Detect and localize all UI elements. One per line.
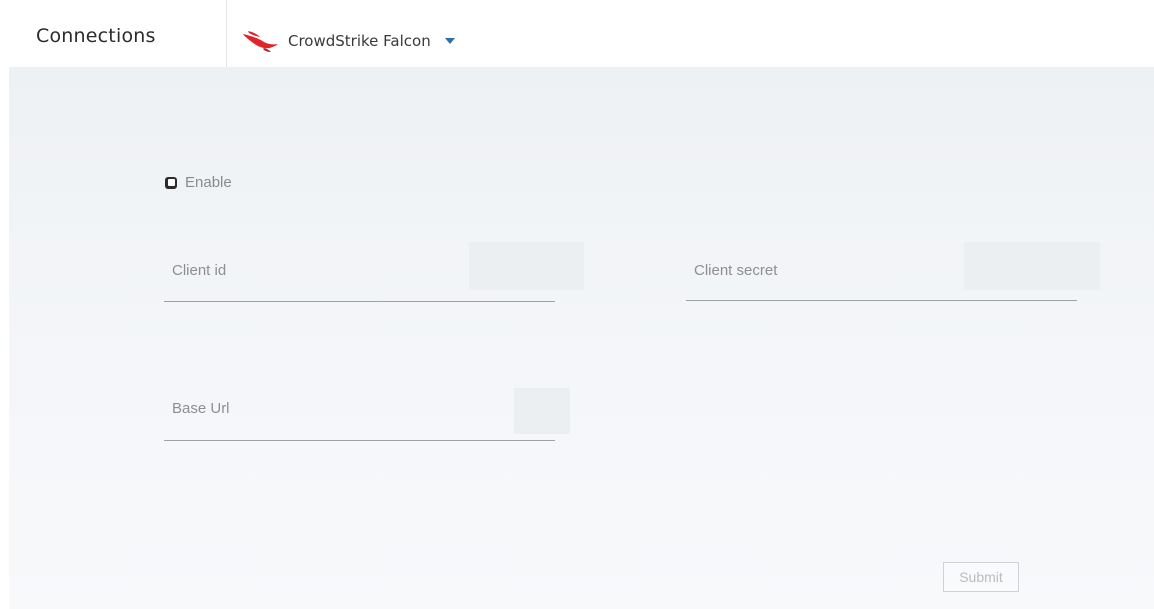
enable-checkbox[interactable] (165, 176, 177, 189)
page-title: Connections (36, 25, 156, 47)
base-url-underline (164, 440, 555, 441)
header-divider (226, 0, 227, 67)
caret-down-icon[interactable] (444, 38, 455, 44)
client-id-field[interactable]: Client id (164, 242, 584, 302)
checkmark-icon (167, 179, 175, 186)
enable-checkbox-row[interactable]: Enable (165, 174, 232, 191)
client-secret-placeholder: Client secret (694, 262, 778, 279)
field-shade (514, 388, 570, 434)
crowdstrike-falcon-icon (242, 29, 280, 53)
client-secret-underline (686, 300, 1077, 301)
header-bar: Connections CrowdStrike Falcon (0, 0, 1154, 67)
provider-name: CrowdStrike Falcon (288, 32, 431, 50)
field-shade (964, 242, 1100, 290)
base-url-field[interactable]: Base Url (164, 388, 570, 442)
enable-label: Enable (185, 174, 232, 191)
field-shade (469, 242, 584, 290)
client-secret-field[interactable]: Client secret (686, 242, 1100, 302)
client-id-placeholder: Client id (172, 262, 227, 279)
submit-button[interactable]: Submit (943, 562, 1019, 592)
client-id-underline (164, 301, 555, 302)
base-url-placeholder: Base Url (172, 400, 230, 417)
connection-settings-panel (9, 67, 1154, 609)
provider-dropdown[interactable]: CrowdStrike Falcon (242, 26, 455, 56)
